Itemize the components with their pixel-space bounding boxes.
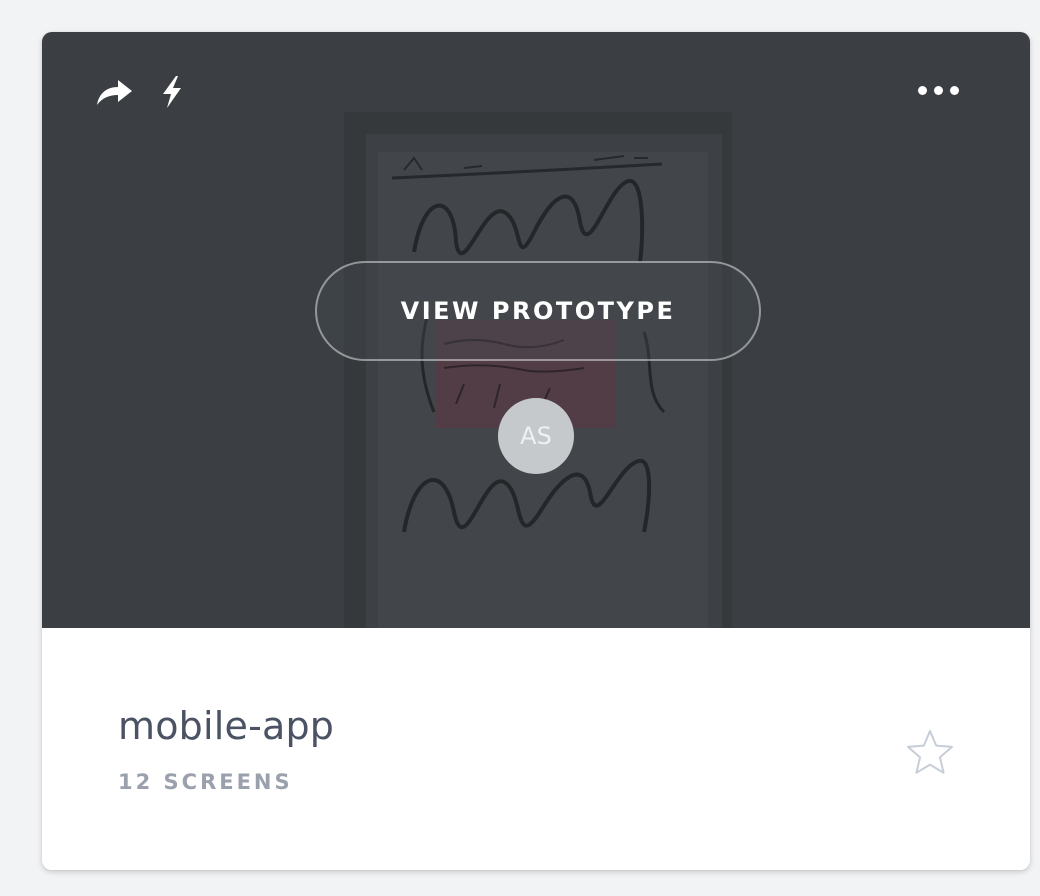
more-options-icon[interactable] (908, 78, 968, 102)
share-arrow-icon[interactable] (94, 77, 134, 107)
project-title[interactable]: mobile-app (118, 704, 334, 748)
more-dot (933, 85, 943, 95)
screen-count: 12 SCREENS (118, 770, 293, 794)
owner-avatar: AS (498, 398, 574, 474)
more-dot (917, 85, 927, 95)
project-card[interactable]: VIEW PROTOTYPE AS mobile-app 12 SCREENS (42, 32, 1030, 870)
project-preview[interactable]: VIEW PROTOTYPE AS (42, 32, 1030, 628)
preview-quick-actions (94, 74, 184, 110)
card-footer: mobile-app 12 SCREENS (42, 628, 1030, 870)
view-prototype-button[interactable]: VIEW PROTOTYPE (315, 261, 761, 361)
lightning-bolt-icon[interactable] (160, 75, 184, 109)
favorite-star-icon[interactable] (902, 724, 958, 780)
more-dot (949, 85, 959, 95)
